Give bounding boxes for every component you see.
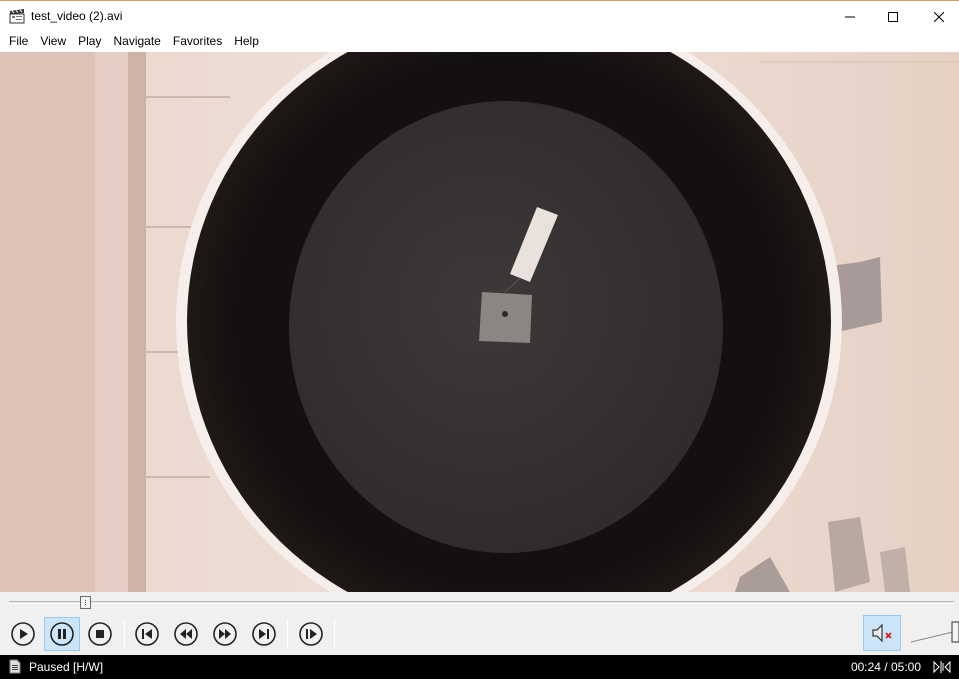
frame-step-icon — [299, 622, 323, 646]
status-bar: Paused [H/W] 00:24 / 05:00 — [0, 655, 959, 679]
file-icon — [9, 659, 21, 674]
speaker-muted-icon — [872, 623, 892, 643]
controls-separator — [124, 619, 125, 649]
time-readout: 00:24 / 05:00 — [850, 660, 921, 674]
play-icon — [11, 622, 35, 646]
volume-slider[interactable] — [908, 620, 959, 644]
controls-separator — [287, 619, 288, 649]
window-title: test_video (2).avi — [31, 9, 123, 23]
maximize-button[interactable] — [870, 1, 916, 32]
maximize-icon — [888, 11, 898, 22]
video-frame — [0, 52, 959, 592]
frame-step-button[interactable] — [293, 617, 329, 651]
menu-bar: File View Play Navigate Favorites Help — [0, 31, 959, 52]
seek-track[interactable] — [9, 601, 954, 604]
stop-button[interactable] — [82, 617, 118, 651]
playback-controls — [0, 612, 959, 655]
rewind-button[interactable] — [168, 617, 204, 651]
rewind-icon — [174, 622, 198, 646]
audio-bars-icon — [932, 660, 952, 674]
controls-separator — [334, 619, 335, 649]
previous-button[interactable] — [129, 617, 165, 651]
stop-icon — [88, 622, 112, 646]
close-button[interactable] — [916, 1, 959, 32]
menu-file[interactable]: File — [3, 31, 34, 52]
fast-forward-icon — [213, 622, 237, 646]
menu-navigate[interactable]: Navigate — [107, 31, 166, 52]
close-icon — [934, 11, 944, 22]
skip-next-icon — [252, 622, 276, 646]
seek-bar-area — [0, 592, 959, 612]
mute-button[interactable] — [863, 615, 901, 651]
seek-thumb[interactable] — [79, 596, 91, 609]
video-display[interactable] — [0, 52, 959, 592]
volume-thumb — [951, 621, 959, 643]
pause-button[interactable] — [44, 617, 80, 651]
pause-icon — [50, 622, 74, 646]
menu-favorites[interactable]: Favorites — [167, 31, 228, 52]
skip-previous-icon — [135, 622, 159, 646]
title-bar[interactable]: test_video (2).avi — [0, 0, 959, 31]
minimize-icon — [845, 16, 855, 17]
play-button[interactable] — [5, 617, 41, 651]
playback-status: Paused [H/W] — [29, 660, 104, 674]
film-clapper-icon — [9, 9, 25, 24]
menu-play[interactable]: Play — [72, 31, 107, 52]
fast-forward-button[interactable] — [207, 617, 243, 651]
menu-view[interactable]: View — [34, 31, 72, 52]
menu-help[interactable]: Help — [228, 31, 265, 52]
minimize-button[interactable] — [827, 1, 873, 32]
next-button[interactable] — [246, 617, 282, 651]
